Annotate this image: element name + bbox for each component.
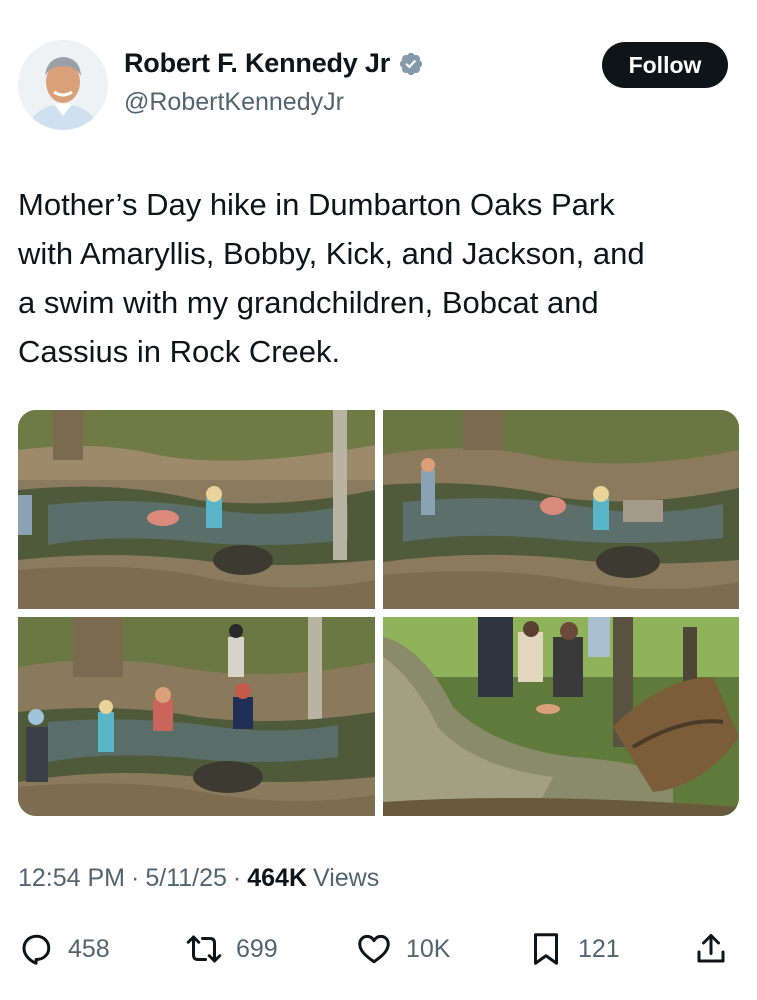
author-display-name[interactable]: Robert F. Kennedy Jr xyxy=(124,48,390,79)
repost-icon xyxy=(186,935,222,963)
tweet-text-line: Mother’s Day hike in Dumbarton Oaks Park xyxy=(18,187,615,222)
reply-icon xyxy=(22,934,51,965)
verified-badge-icon xyxy=(399,52,423,75)
tweet-text: Mother’s Day hike in Dumbarton Oaks Park… xyxy=(18,180,738,376)
tweet-meta: 12:54 PM · 5/11/25 · 464K Views xyxy=(18,864,379,893)
meta-separator: · xyxy=(131,864,140,892)
heart-icon xyxy=(358,934,390,964)
tweet-date[interactable]: 5/11/25 xyxy=(145,864,227,893)
like-button[interactable]: 10K xyxy=(356,922,450,976)
media-grid xyxy=(18,410,739,816)
reply-button[interactable]: 458 xyxy=(18,922,110,976)
photo-creek-3[interactable] xyxy=(18,617,375,816)
avatar[interactable] xyxy=(18,40,108,130)
repost-count: 699 xyxy=(236,934,278,963)
share-button[interactable] xyxy=(693,922,729,976)
meta-separator: · xyxy=(232,864,242,892)
tweet-header: Robert F. Kennedy Jr @RobertKennedyJr Fo… xyxy=(18,40,728,130)
photo-creek-2[interactable] xyxy=(383,410,739,609)
tweet-text-line: Cassius in Rock Creek. xyxy=(18,334,341,369)
like-count: 10K xyxy=(406,934,451,963)
repost-button[interactable]: 699 xyxy=(186,922,278,976)
bookmark-icon xyxy=(534,933,558,965)
share-icon xyxy=(697,934,725,963)
views-count: 464K xyxy=(247,864,307,892)
author-name-row: Robert F. Kennedy Jr xyxy=(124,48,424,79)
photo-fallen-tree[interactable] xyxy=(383,617,739,816)
author-handle[interactable]: @RobertKennedyJr xyxy=(124,88,344,117)
tweet-text-line: a swim with my grandchildren, Bobcat and xyxy=(18,285,599,320)
bookmark-count: 121 xyxy=(578,934,620,963)
tweet-time[interactable]: 12:54 PM xyxy=(18,864,125,893)
tweet-text-line: with Amaryllis, Bobby, Kick, and Jackson… xyxy=(18,236,645,271)
bookmark-button[interactable]: 121 xyxy=(528,922,620,976)
reply-count: 458 xyxy=(68,934,110,963)
action-bar: 458 699 10K 121 xyxy=(18,922,736,976)
follow-button[interactable]: Follow xyxy=(602,42,728,88)
photo-creek-1[interactable] xyxy=(18,410,375,609)
views-label: Views xyxy=(313,864,380,892)
